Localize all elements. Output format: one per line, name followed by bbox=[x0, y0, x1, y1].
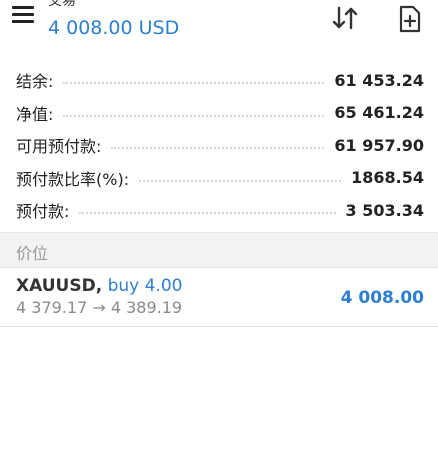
position-side: buy 4.00 bbox=[107, 276, 183, 296]
section-title: 价位 bbox=[16, 244, 49, 263]
metric-free-margin: 可用预付款: 61 957.90 bbox=[0, 129, 438, 162]
positions-section-header: 价位 bbox=[0, 232, 438, 268]
position-prices: 4 379.17 → 4 389.19 bbox=[16, 298, 183, 317]
top-bar: 交易 4 008.00 USD bbox=[0, 0, 438, 48]
metric-margin: 预付款: 3 503.34 bbox=[0, 194, 438, 227]
metric-value: 3 503.34 bbox=[345, 200, 424, 220]
menu-icon[interactable] bbox=[12, 6, 34, 24]
metric-label: 预付款: bbox=[16, 202, 70, 222]
position-header: XAUUSD, buy 4.00 bbox=[16, 276, 182, 296]
metric-margin-level: 预付款比率(%): 1868.54 bbox=[0, 162, 438, 195]
metric-label: 结余: bbox=[16, 72, 54, 92]
position-profit: 4 008.00 bbox=[340, 288, 424, 308]
metric-label: 净值: bbox=[16, 104, 54, 124]
dot-leader bbox=[79, 212, 336, 215]
metric-value: 61 957.90 bbox=[334, 135, 424, 155]
dot-leader bbox=[63, 114, 325, 117]
metric-label: 预付款比率(%): bbox=[16, 169, 130, 189]
metric-balance: 结余: 61 453.24 bbox=[0, 64, 438, 97]
dot-leader bbox=[139, 179, 342, 182]
dot-leader bbox=[63, 82, 325, 85]
add-document-icon[interactable] bbox=[396, 4, 424, 34]
metric-label: 可用预付款: bbox=[16, 137, 102, 157]
metric-value: 1868.54 bbox=[351, 168, 424, 188]
dot-leader bbox=[111, 147, 325, 150]
metric-equity: 净值: 65 461.24 bbox=[0, 97, 438, 130]
page-title: 交易 bbox=[48, 0, 76, 9]
position-symbol: XAUUSD, bbox=[16, 276, 103, 296]
metric-value: 61 453.24 bbox=[334, 70, 424, 90]
metric-value: 65 461.24 bbox=[334, 103, 424, 123]
account-metrics: 结余: 61 453.24 净值: 65 461.24 可用预付款: 61 95… bbox=[0, 64, 438, 227]
position-row[interactable]: XAUUSD, buy 4.00 4 379.17 → 4 389.19 4 0… bbox=[0, 268, 438, 327]
account-profit-summary: 4 008.00 USD bbox=[48, 17, 180, 39]
sort-icon[interactable] bbox=[330, 4, 360, 32]
